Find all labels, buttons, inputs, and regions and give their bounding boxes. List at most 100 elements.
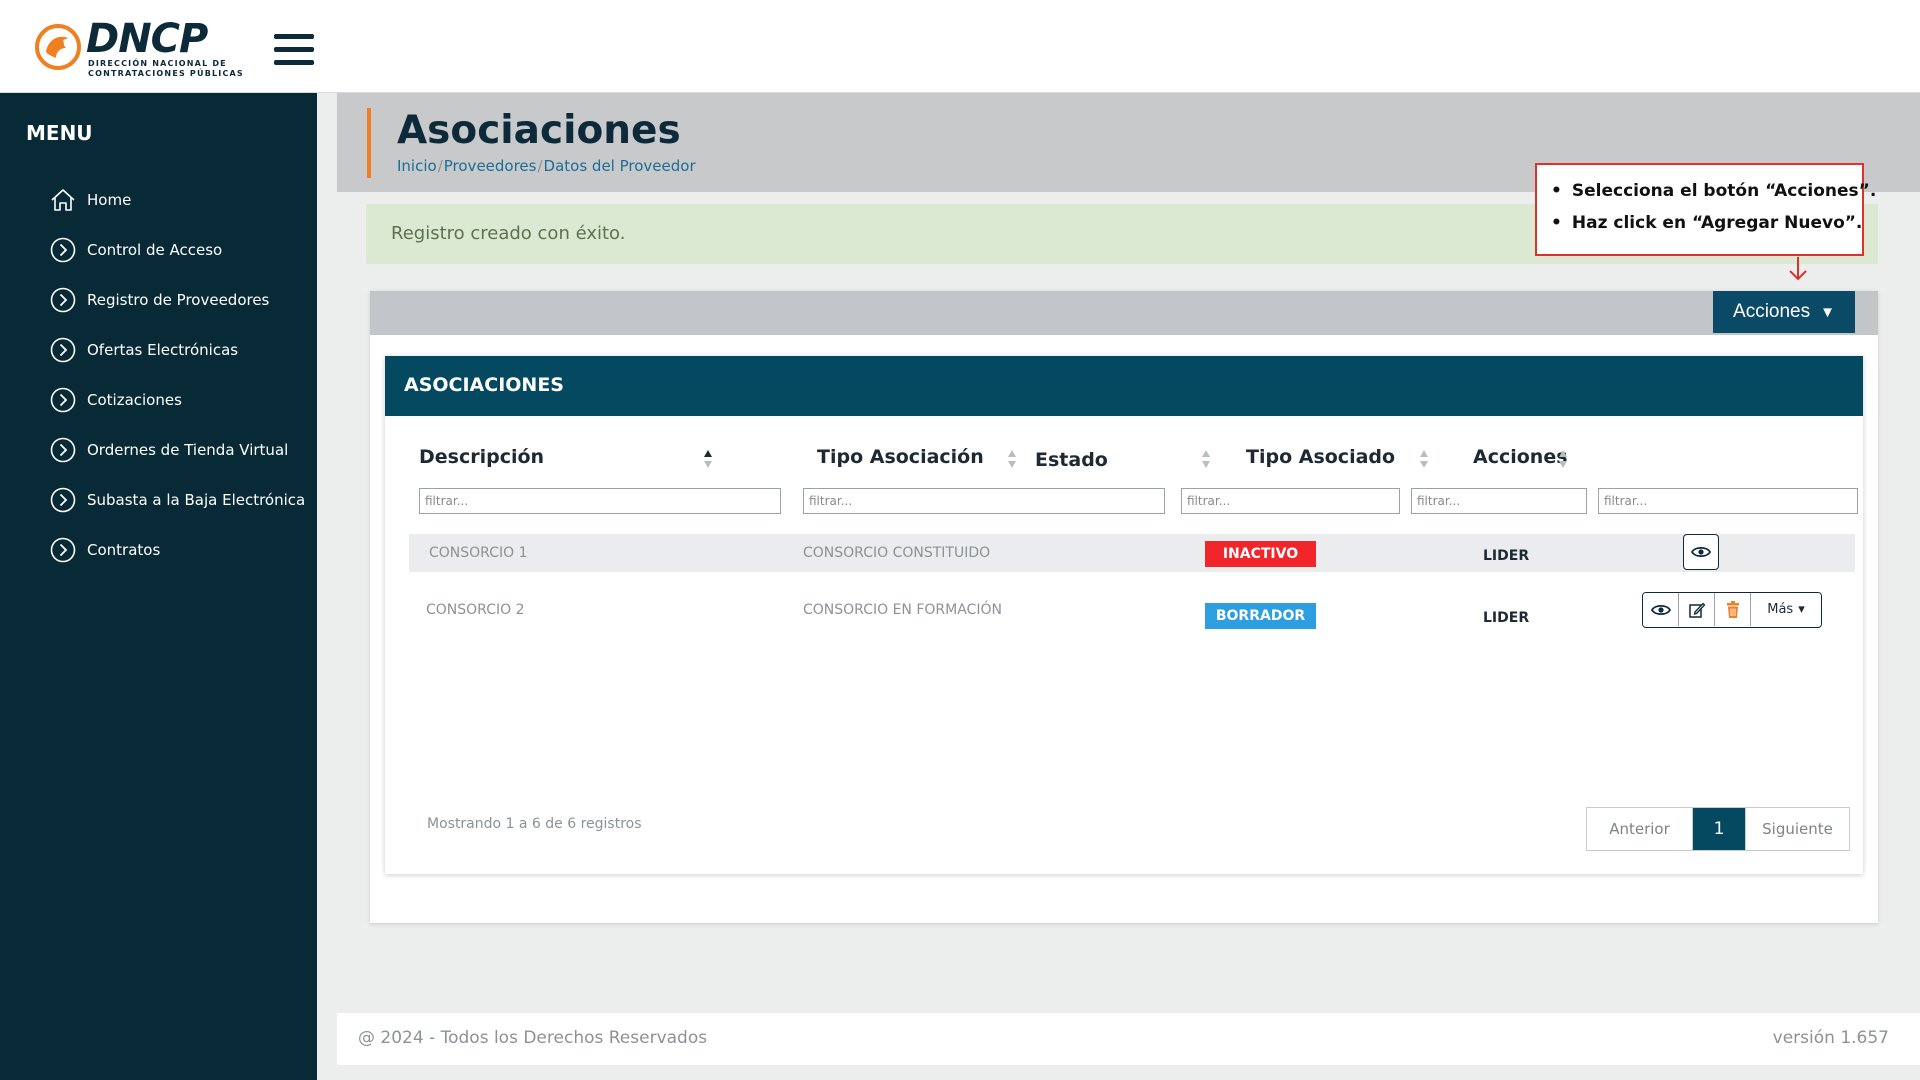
dncp-emblem-icon xyxy=(35,24,81,70)
filter-acciones-input[interactable] xyxy=(1598,488,1858,514)
pagination: Anterior 1 Siguiente xyxy=(1586,807,1850,851)
title-accent-bar xyxy=(367,108,371,178)
edit-button[interactable] xyxy=(1679,593,1715,626)
status-badge: INACTIVO xyxy=(1205,541,1316,567)
breadcrumb-datos-del-proveedor[interactable]: Datos del Proveedor xyxy=(544,157,696,175)
acciones-button-label: Acciones xyxy=(1733,301,1811,322)
chevron-circle-icon xyxy=(50,337,76,363)
view-button[interactable] xyxy=(1643,593,1679,626)
caret-down-icon: ▼ xyxy=(1820,303,1835,321)
filter-tipo-asociacion-input[interactable] xyxy=(803,488,1165,514)
column-header-acciones[interactable]: Acciones xyxy=(1473,446,1568,468)
sort-icon[interactable] xyxy=(1007,448,1017,470)
breadcrumb-separator: / xyxy=(537,157,543,175)
breadcrumb-separator: / xyxy=(437,157,443,175)
callout-step-2: Haz click en “Agregar Nuevo”. xyxy=(1551,213,1863,233)
chevron-circle-icon xyxy=(50,287,76,313)
sidebar-item-control-de-acceso[interactable]: Control de Acceso xyxy=(50,225,305,275)
sidebar-title: MENU xyxy=(26,121,93,145)
copyright-text: @ 2024 - Todos los Derechos Reservados xyxy=(358,1028,708,1048)
chevron-circle-icon xyxy=(50,487,76,513)
sidebar-item-registro-de-proveedores[interactable]: Registro de Proveedores xyxy=(50,275,305,325)
sort-icon[interactable] xyxy=(1558,448,1568,470)
callout-step-1: Selecciona el botón “Acciones”. xyxy=(1551,181,1876,201)
cell-tipo-asociacion: CONSORCIO CONSTITUIDO xyxy=(803,545,991,561)
column-header-estado[interactable]: Estado xyxy=(1035,449,1108,471)
cell-descripcion: CONSORCIO 2 xyxy=(426,602,525,618)
sidebar-item-label: Home xyxy=(87,191,132,209)
cell-descripcion: CONSORCIO 1 xyxy=(429,545,528,561)
table-card-header: ASOCIACIONES xyxy=(385,356,1863,416)
sidebar-item-home[interactable]: Home xyxy=(50,175,305,225)
table-title: ASOCIACIONES xyxy=(404,374,564,396)
brand-name: DNCP xyxy=(86,16,208,62)
chevron-circle-icon xyxy=(50,387,76,413)
table-row[interactable] xyxy=(409,534,1855,572)
status-badge: BORRADOR xyxy=(1205,603,1316,629)
version-text: versión 1.657 xyxy=(1772,1028,1889,1048)
filter-descripcion-input[interactable] xyxy=(419,488,781,514)
cell-tipo-asociacion: CONSORCIO EN FORMACIÓN xyxy=(803,602,1002,618)
asociaciones-panel: Acciones ▼ ASOCIACIONES Descripción Tipo… xyxy=(370,291,1878,923)
sidebar: MENU Home Control de Acceso Registro de … xyxy=(0,93,317,1080)
eye-icon xyxy=(1691,546,1711,558)
sidebar-item-label: Subasta a la Baja Electrónica xyxy=(87,491,306,509)
page-title: Asociaciones xyxy=(397,108,681,153)
breadcrumb: Inicio/Proveedores/Datos del Proveedor xyxy=(397,157,696,175)
sidebar-item-label: Control de Acceso xyxy=(87,241,223,259)
filter-estado-input[interactable] xyxy=(1181,488,1400,514)
eye-icon xyxy=(1650,604,1671,615)
edit-icon xyxy=(1688,602,1705,618)
arrow-down-icon xyxy=(1789,257,1807,281)
pagination-page-1[interactable]: 1 xyxy=(1693,808,1745,850)
sidebar-item-cotizaciones[interactable]: Cotizaciones xyxy=(50,375,305,425)
trash-icon xyxy=(1726,600,1739,618)
sidebar-item-label: Ordernes de Tienda Virtual xyxy=(87,441,289,459)
column-header-tipo-asociacion[interactable]: Tipo Asociación xyxy=(817,446,984,468)
sidebar-item-contratos[interactable]: Contratos xyxy=(50,525,305,575)
brand-subtitle-line1: DIRECCIÓN NACIONAL DE xyxy=(88,59,227,68)
column-header-descripcion[interactable]: Descripción xyxy=(419,446,544,468)
row-actions-group: Más ▾ xyxy=(1642,592,1822,628)
pagination-previous-button[interactable]: Anterior xyxy=(1587,808,1693,850)
sidebar-item-subasta-a-la-baja[interactable]: Subasta a la Baja Electrónica xyxy=(50,475,305,525)
mas-label: Más xyxy=(1767,602,1794,617)
pagination-next-button[interactable]: Siguiente xyxy=(1745,808,1849,850)
filter-tipo-asociado-input[interactable] xyxy=(1411,488,1587,514)
column-header-tipo-asociado[interactable]: Tipo Asociado xyxy=(1246,446,1395,468)
sidebar-item-label: Registro de Proveedores xyxy=(87,291,270,309)
sort-icon[interactable] xyxy=(1201,448,1211,470)
sidebar-item-ofertas-electronicas[interactable]: Ofertas Electrónicas xyxy=(50,325,305,375)
breadcrumb-inicio[interactable]: Inicio xyxy=(397,157,437,175)
dncp-logo[interactable]: DNCP DIRECCIÓN NACIONAL DE CONTRATACIONE… xyxy=(34,16,243,80)
sidebar-item-label: Contratos xyxy=(87,541,161,559)
page-footer: @ 2024 - Todos los Derechos Reservados v… xyxy=(337,1013,1920,1065)
mas-dropdown-button[interactable]: Más ▾ xyxy=(1751,593,1821,626)
cell-tipo-asociado: LIDER xyxy=(1483,548,1530,564)
acciones-button[interactable]: Acciones ▼ xyxy=(1713,291,1855,333)
asociaciones-table-card: ASOCIACIONES Descripción Tipo Asociación… xyxy=(385,356,1863,874)
sort-icon[interactable] xyxy=(1419,448,1429,470)
cell-tipo-asociado: LIDER xyxy=(1483,610,1530,626)
top-header: DNCP DIRECCIÓN NACIONAL DE CONTRATACIONE… xyxy=(0,0,1920,93)
sidebar-item-label: Ofertas Electrónicas xyxy=(87,341,239,359)
caret-down-icon: ▾ xyxy=(1798,602,1805,617)
breadcrumb-proveedores[interactable]: Proveedores xyxy=(444,157,537,175)
chevron-circle-icon xyxy=(50,237,76,263)
table-info: Mostrando 1 a 6 de 6 registros xyxy=(427,816,642,832)
callout-list: Selecciona el botón “Acciones”. Haz clic… xyxy=(1537,165,1876,233)
sidebar-item-label: Cotizaciones xyxy=(87,391,182,409)
brand-subtitle-line2: CONTRATACIONES PÚBLICAS xyxy=(88,69,244,78)
panel-toolbar: Acciones ▼ xyxy=(370,291,1878,335)
chevron-circle-icon xyxy=(50,537,76,563)
sidebar-menu: Home Control de Acceso Registro de Prove… xyxy=(50,175,305,575)
sort-asc-icon[interactable] xyxy=(703,448,713,470)
view-button[interactable] xyxy=(1683,534,1719,570)
sidebar-item-ordernes-de-tienda-virtual[interactable]: Ordernes de Tienda Virtual xyxy=(50,425,305,475)
home-icon xyxy=(51,189,75,211)
delete-button[interactable] xyxy=(1715,593,1751,626)
instruction-callout: Selecciona el botón “Acciones”. Haz clic… xyxy=(1535,163,1876,256)
alert-message: Registro creado con éxito. xyxy=(391,223,626,244)
chevron-circle-icon xyxy=(50,437,76,463)
hamburger-menu-icon[interactable] xyxy=(274,34,314,70)
